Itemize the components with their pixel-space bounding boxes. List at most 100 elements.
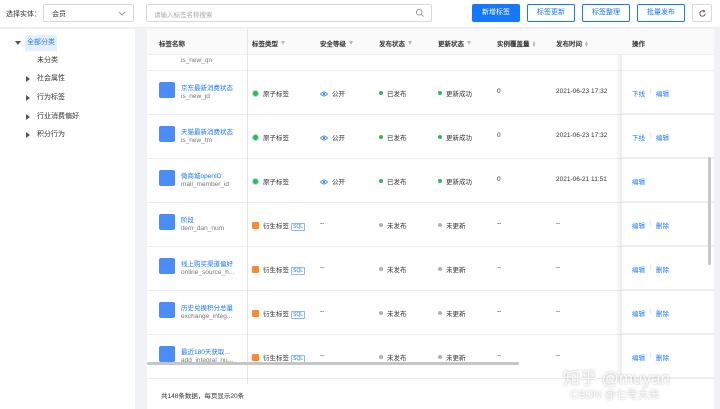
update-status-cell: 未更新 [438, 264, 466, 274]
security-text: -- [320, 308, 325, 315]
header-publish[interactable]: 发布状态 [379, 38, 412, 48]
caret-right-icon[interactable] [26, 95, 30, 101]
status-dot [379, 355, 383, 359]
tag-code: is_new_qn [181, 57, 213, 64]
filter-icon[interactable] [408, 41, 412, 45]
publish-status-text: 未发布 [387, 355, 407, 362]
sort-icon[interactable]: ▲ ▼ [532, 41, 537, 49]
tree-item-all[interactable]: 全部分类 [0, 35, 135, 51]
row-action-primary[interactable]: 编辑 [632, 264, 645, 274]
filter-icon[interactable] [467, 41, 471, 45]
publish-status-text: 已发布 [387, 179, 407, 186]
filter-icon[interactable] [349, 41, 353, 45]
tree-item-label: 积分行为 [37, 131, 65, 138]
security-text: 公开 [332, 135, 345, 142]
tag-name[interactable]: 京东最新消费状态 [181, 82, 233, 92]
organize-tag-button[interactable]: 标签整理 [582, 4, 630, 22]
tree-item-label: 社会属性 [37, 75, 65, 82]
tree-item-points[interactable]: 积分行为 [0, 127, 135, 143]
row-action-secondary[interactable]: 编辑 [656, 132, 669, 142]
tag-code: online_source_h... [181, 269, 235, 276]
tree-item-behavior[interactable]: 行为标签 [0, 90, 135, 106]
row-action-primary[interactable]: 编辑 [632, 308, 645, 318]
tree-item-uncategorized[interactable]: 未分类 [0, 53, 135, 69]
action-cell: 编辑 [622, 159, 714, 202]
header-coverage[interactable]: 实例覆盖量 ▲ ▼ [497, 38, 537, 49]
atom-tag-icon [252, 90, 259, 97]
publish-status-cell: 未发布 [379, 352, 407, 362]
publish-status-text: 已发布 [387, 91, 407, 98]
tag-code: is_new_tm [181, 137, 213, 144]
column-divider[interactable] [247, 29, 248, 384]
coverage-cell: -- [497, 220, 502, 227]
update-status-cell: 更新成功 [438, 88, 472, 98]
update-status-cell: 未更新 [438, 352, 466, 362]
tree-item-label: 未分类 [37, 57, 58, 64]
vertical-scrollbar[interactable] [708, 157, 711, 265]
row-action-secondary[interactable]: 删除 [656, 352, 669, 362]
update-status-text: 未更新 [446, 311, 466, 318]
horizontal-scrollbar[interactable] [147, 362, 519, 365]
sort-icon[interactable]: ▲ ▼ [584, 41, 589, 49]
update-tag-button[interactable]: 标签更新 [527, 4, 575, 22]
tag-type-cell: 原子标签 [252, 88, 289, 98]
row-action-secondary[interactable]: 删除 [656, 264, 669, 274]
publish-status-text: 已发布 [387, 135, 407, 142]
tree-item-social[interactable]: 社会属性 [0, 71, 135, 87]
header-type[interactable]: 标签类型 [252, 38, 285, 48]
tag-name[interactable]: 历史兑换积分总量 [181, 302, 233, 312]
tag-name[interactable]: 阶段 [181, 214, 194, 224]
entity-label: 选择实体： [6, 11, 41, 18]
row-action-primary[interactable]: 下线 [632, 88, 645, 98]
tag-type-cell: 衍生标签 SQL [252, 308, 306, 319]
tag-type-cell: 原子标签 [252, 132, 289, 142]
status-dot [438, 179, 442, 183]
batch-publish-button[interactable]: 批量发布 [637, 4, 685, 22]
row-action-primary[interactable]: 编辑 [632, 220, 645, 230]
tag-name[interactable]: 线上购买渠道偏好 [181, 258, 233, 268]
row-action-primary[interactable]: 编辑 [632, 176, 645, 186]
eye-icon [320, 135, 328, 141]
security-cell: 公开 [320, 176, 345, 186]
row-action-primary[interactable]: 编辑 [632, 352, 645, 362]
tag-code: is_new_jd [181, 93, 210, 100]
caret-right-icon[interactable] [26, 76, 30, 82]
tag-table: 标签名称 标签类型 安全等级 发布状态 更新状态 实例覆盖量 ▲ ▼ 发布时间 ▲ ▼ … [147, 29, 714, 409]
row-action-secondary[interactable]: 删除 [656, 308, 669, 318]
status-dot [379, 223, 383, 227]
tree-item-industry[interactable]: 行业消费偏好 [0, 109, 135, 125]
row-action-secondary[interactable]: 编辑 [656, 88, 669, 98]
publish-status-text: 未发布 [387, 223, 407, 230]
row-action-primary[interactable]: 下线 [632, 132, 645, 142]
header-coverage-text: 实例覆盖量 [497, 41, 530, 48]
update-status-text: 更新成功 [446, 91, 472, 98]
tag-name[interactable]: 最近180天获取... [181, 346, 230, 356]
tag-name[interactable]: 天猫最新消费状态 [181, 126, 233, 136]
security-text: 公开 [332, 91, 345, 98]
row-action-secondary[interactable]: 删除 [656, 220, 669, 230]
refresh-button[interactable] [692, 4, 712, 22]
caret-down-icon[interactable] [15, 41, 21, 45]
header-security-text: 安全等级 [320, 41, 346, 48]
tree-item-label: 行为标签 [37, 94, 65, 101]
coverage-cell: 0 [497, 88, 501, 95]
header-type-text: 标签类型 [252, 41, 278, 48]
update-status-text: 未更新 [446, 355, 466, 362]
header-security[interactable]: 安全等级 [320, 38, 353, 48]
header-name: 标签名称 [159, 38, 185, 48]
caret-right-icon[interactable] [26, 114, 30, 120]
tag-name[interactable]: 微商城openID [181, 170, 221, 180]
search-icon[interactable] [415, 8, 425, 18]
caret-right-icon[interactable] [26, 132, 30, 138]
sql-badge: SQL [291, 311, 306, 319]
new-tag-button[interactable]: 新增标签 [472, 4, 520, 22]
coverage-cell: -- [497, 308, 502, 315]
header-publish-time[interactable]: 发布时间 ▲ ▼ [556, 38, 589, 49]
atom-tag-icon [252, 134, 259, 141]
tag-icon [159, 302, 175, 318]
filter-icon[interactable] [281, 41, 285, 45]
header-update[interactable]: 更新状态 [438, 38, 471, 48]
entity-select[interactable]: 会员 [43, 4, 134, 22]
status-dot [438, 223, 442, 227]
search-input[interactable]: 请输入标签名称搜索 [146, 4, 432, 22]
